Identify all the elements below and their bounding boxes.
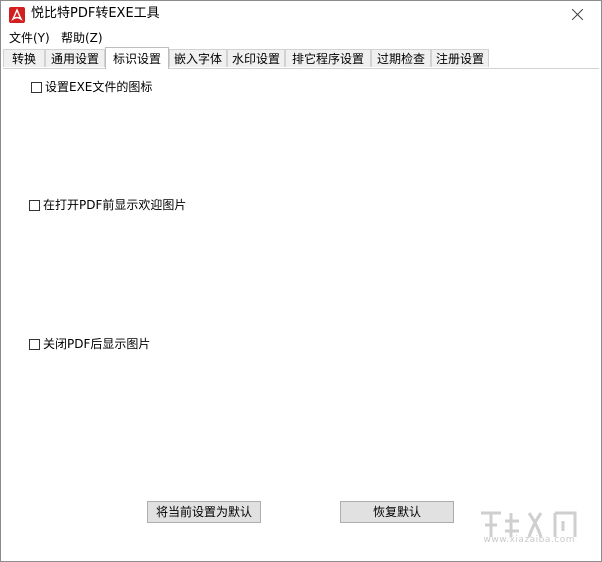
tab-exclude-programs[interactable]: 排它程序设置	[285, 49, 371, 67]
tab-embed-fonts[interactable]: 嵌入字体	[169, 49, 227, 67]
tab-watermark-settings[interactable]: 水印设置	[227, 49, 285, 67]
title-bar: 悦比特PDF转EXE工具	[1, 1, 601, 29]
tab-identity-settings[interactable]: 标识设置	[105, 47, 169, 69]
restore-default-button[interactable]: 恢复默认	[340, 501, 454, 523]
tab-convert[interactable]: 转换	[3, 49, 45, 67]
window-title: 悦比特PDF转EXE工具	[31, 6, 160, 21]
option-closing-image[interactable]: 关闭PDF后显示图片	[29, 336, 150, 352]
tab-bar: 转换 通用设置 标识设置 嵌入字体 水印设置 排它程序设置 过期检查 注册设置	[3, 47, 599, 69]
pdf-app-icon	[9, 7, 25, 23]
menu-file[interactable]: 文件(Y)	[7, 29, 52, 47]
option-label: 关闭PDF后显示图片	[43, 337, 151, 351]
option-label: 设置EXE文件的图标	[45, 80, 153, 94]
site-watermark-logo: www.xiazaiba.com	[475, 505, 593, 553]
menu-bar: 文件(Y) 帮助(Z)	[1, 29, 601, 47]
tab-general-settings[interactable]: 通用设置	[45, 49, 105, 67]
set-default-button[interactable]: 将当前设置为默认	[147, 501, 261, 523]
checkbox[interactable]	[29, 199, 40, 211]
tab-expiry-check[interactable]: 过期检查	[371, 49, 431, 67]
checkbox[interactable]	[31, 81, 42, 93]
tab-panel: 设置EXE文件的图标 在打开PDF前显示欢迎图片 关闭PDF后显示图片 将当前设…	[3, 68, 599, 559]
option-welcome-image[interactable]: 在打开PDF前显示欢迎图片	[29, 197, 186, 213]
checkbox[interactable]	[29, 338, 40, 350]
app-window: 悦比特PDF转EXE工具 文件(Y) 帮助(Z) 转换 通用设置 标识设置 嵌入…	[0, 0, 602, 562]
menu-help[interactable]: 帮助(Z)	[59, 29, 105, 47]
option-exe-icon[interactable]: 设置EXE文件的图标	[31, 79, 152, 95]
close-icon[interactable]	[555, 1, 601, 29]
tab-registration-settings[interactable]: 注册设置	[431, 49, 489, 67]
watermark-url: www.xiazaiba.com	[483, 535, 575, 545]
option-label: 在打开PDF前显示欢迎图片	[43, 198, 187, 212]
